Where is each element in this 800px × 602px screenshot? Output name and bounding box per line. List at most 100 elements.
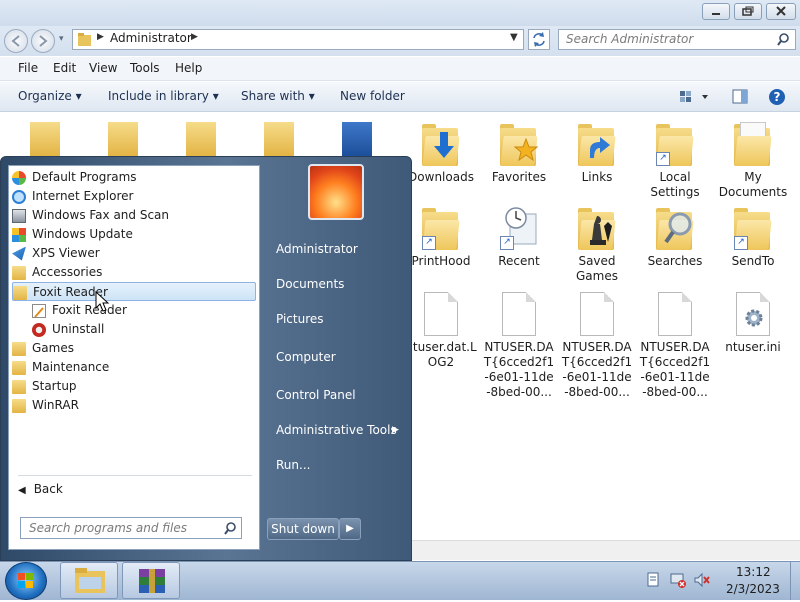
- file-item-sendto[interactable]: ↗ SendTo: [714, 206, 792, 269]
- file-item-ntuser-dat-1[interactable]: NTUSER.DA T{6cced2f1 -6e01-11de -8bed-00…: [480, 292, 558, 400]
- menu-file[interactable]: File: [18, 61, 38, 75]
- program-label: XPS Viewer: [32, 246, 100, 260]
- taskbar-explorer-button[interactable]: [60, 562, 118, 599]
- internet-explorer-icon: [12, 189, 26, 204]
- back-link[interactable]: ◀ Back: [18, 482, 63, 496]
- action-center-icon[interactable]: [646, 572, 660, 588]
- file-label: SendTo: [731, 254, 775, 268]
- menu-tools[interactable]: Tools: [130, 61, 160, 75]
- file-item-ntuser-dat-3[interactable]: NTUSER.DA T{6cced2f1 -6e01-11de -8bed-00…: [636, 292, 714, 400]
- link-pictures[interactable]: Pictures: [268, 307, 408, 331]
- show-desktop-button[interactable]: [790, 562, 800, 600]
- menu-help[interactable]: Help: [175, 61, 202, 75]
- refresh-button[interactable]: [528, 29, 550, 50]
- maximize-button[interactable]: [734, 3, 762, 20]
- clock-time[interactable]: 13:12: [736, 565, 771, 579]
- file-item-ntuser-ini[interactable]: ntuser.ini: [714, 292, 792, 355]
- breadcrumb-arrow-icon[interactable]: ▶: [191, 32, 198, 42]
- volume-muted-icon[interactable]: [694, 572, 710, 588]
- file-item-favorites[interactable]: Favorites: [480, 122, 558, 185]
- search-input[interactable]: Search Administrator: [558, 29, 796, 50]
- folder-icon: [12, 360, 26, 375]
- file-label: Local Settings: [650, 170, 700, 199]
- file-item-downloads[interactable]: Downloads: [402, 122, 480, 185]
- program-label: Games: [32, 341, 74, 355]
- file-item-local-settings[interactable]: ↗ Local Settings: [636, 122, 714, 200]
- mouse-cursor-icon: [95, 291, 110, 312]
- file-label: NTUSER.DA T{6cced2f1 -6e01-11de -8bed-00…: [483, 340, 555, 399]
- search-icon[interactable]: [777, 32, 793, 48]
- breadcrumb-segment[interactable]: Administrator: [110, 31, 192, 45]
- change-view-button[interactable]: [678, 88, 710, 106]
- file-item-links[interactable]: Links: [558, 122, 636, 185]
- status-strip: [412, 540, 800, 560]
- program-folder-startup[interactable]: Startup: [12, 377, 256, 396]
- minimize-button[interactable]: [702, 3, 730, 20]
- file-item-recent[interactable]: ↗ Recent: [480, 206, 558, 269]
- file-label: Recent: [498, 254, 540, 268]
- link-label: Administrative Tools: [276, 423, 397, 437]
- program-internet-explorer[interactable]: Internet Explorer: [12, 187, 256, 206]
- clock-date[interactable]: 2/3/2023: [726, 582, 780, 596]
- submenu-arrow-icon: ▶: [392, 425, 399, 435]
- help-button[interactable]: ?: [767, 87, 787, 107]
- forward-button[interactable]: [31, 29, 55, 53]
- program-label: Accessories: [32, 265, 103, 279]
- forward-arrow-icon: [39, 35, 48, 47]
- saved-games-folder-icon: [578, 206, 616, 250]
- program-folder-winrar[interactable]: WinRAR: [12, 396, 256, 415]
- program-label: WinRAR: [32, 398, 79, 412]
- user-picture[interactable]: [308, 164, 364, 220]
- shutdown-button[interactable]: Shut down: [267, 518, 339, 540]
- program-label: Default Programs: [32, 170, 137, 184]
- network-icon[interactable]: [670, 572, 686, 588]
- address-bar[interactable]: ▶ Administrator ▶ ▼: [72, 29, 524, 50]
- link-documents[interactable]: Documents: [268, 272, 408, 296]
- link-administrator[interactable]: Administrator: [268, 237, 408, 261]
- link-run[interactable]: Run...: [268, 453, 408, 477]
- view-options-icon: [680, 91, 708, 102]
- program-label: Foxit Reader: [52, 303, 127, 317]
- shutdown-options-button[interactable]: ▶: [339, 518, 361, 540]
- link-computer[interactable]: Computer: [268, 345, 408, 369]
- start-search-placeholder: Search programs and files: [29, 521, 187, 535]
- program-windows-fax-and-scan[interactable]: Windows Fax and Scan: [12, 206, 256, 225]
- program-default-programs[interactable]: Default Programs: [12, 168, 256, 187]
- address-dropdown-icon[interactable]: ▼: [510, 32, 518, 43]
- file-item-searches[interactable]: Searches: [636, 206, 714, 269]
- program-folder-games[interactable]: Games: [12, 339, 256, 358]
- back-label: Back: [33, 482, 63, 496]
- menu-view[interactable]: View: [89, 61, 117, 75]
- breadcrumb-arrow-icon[interactable]: ▶: [97, 32, 104, 42]
- share-with-button[interactable]: Share with ▾: [241, 89, 315, 103]
- file-label: Saved Games: [576, 254, 618, 283]
- program-windows-update[interactable]: Windows Update: [12, 225, 256, 244]
- include-in-library-button[interactable]: Include in library ▾: [108, 89, 219, 103]
- file-icon: [580, 292, 614, 336]
- link-administrative-tools[interactable]: Administrative Tools ▶: [268, 418, 408, 442]
- preview-pane-button[interactable]: [732, 88, 750, 106]
- dropdown-arrow-icon: ▾: [212, 89, 219, 103]
- new-folder-button[interactable]: New folder: [340, 89, 405, 103]
- program-folder-foxit-reader[interactable]: Foxit Reader: [12, 282, 256, 301]
- program-uninstall[interactable]: Uninstall: [32, 320, 256, 339]
- program-folder-maintenance[interactable]: Maintenance: [12, 358, 256, 377]
- file-item-saved-games[interactable]: Saved Games: [558, 206, 636, 284]
- shortcut-arrow-icon: ↗: [422, 236, 436, 250]
- menu-edit[interactable]: Edit: [53, 61, 76, 75]
- close-button[interactable]: [766, 3, 796, 20]
- program-foxit-reader[interactable]: Foxit Reader: [32, 301, 256, 320]
- file-item-ntuser-log2[interactable]: ntuser.dat.L OG2: [402, 292, 480, 370]
- recent-pages-dropdown[interactable]: ▾: [59, 34, 64, 44]
- taskbar-winrar-button[interactable]: [122, 562, 180, 599]
- start-button[interactable]: [5, 562, 47, 600]
- file-item-ntuser-dat-2[interactable]: NTUSER.DA T{6cced2f1 -6e01-11de -8bed-00…: [558, 292, 636, 400]
- program-folder-accessories[interactable]: Accessories: [12, 263, 256, 282]
- back-button[interactable]: [4, 29, 28, 53]
- start-search-input[interactable]: Search programs and files: [20, 517, 242, 539]
- program-xps-viewer[interactable]: XPS Viewer: [12, 244, 256, 263]
- file-item-my-documents[interactable]: My Documents: [714, 122, 792, 200]
- link-control-panel[interactable]: Control Panel: [268, 383, 408, 407]
- organize-button[interactable]: Organize ▾: [18, 89, 82, 103]
- file-item-printhood[interactable]: ↗ PrintHood: [402, 206, 480, 269]
